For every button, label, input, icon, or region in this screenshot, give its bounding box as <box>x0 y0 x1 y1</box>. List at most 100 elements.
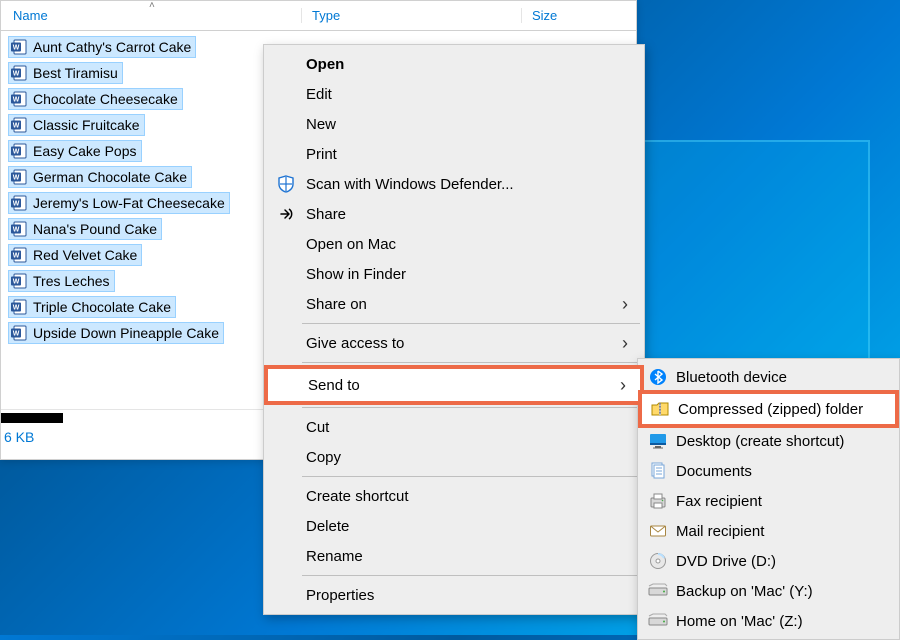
submenu-item-mail-recipient[interactable]: Mail recipient <box>640 516 897 546</box>
menu-item-label: Copy <box>306 449 341 466</box>
menu-separator <box>302 407 640 408</box>
menu-item-rename[interactable]: Rename <box>266 541 642 571</box>
word-document-icon: W <box>11 39 27 55</box>
submenu-item-bluetooth-device[interactable]: Bluetooth device <box>640 362 897 392</box>
submenu-arrow-icon: › <box>622 294 628 315</box>
svg-text:W: W <box>13 174 20 181</box>
menu-item-show-in-finder[interactable]: Show in Finder <box>266 259 642 289</box>
drive-icon <box>648 582 668 600</box>
file-name-label: Nana's Pound Cake <box>33 221 157 237</box>
submenu-item-label: Compressed (zipped) folder <box>678 401 863 418</box>
column-type-label: Type <box>312 8 340 23</box>
menu-item-label: Share on <box>306 296 367 313</box>
desktop-artwork <box>610 140 870 370</box>
menu-item-label: Print <box>306 146 337 163</box>
menu-item-create-shortcut[interactable]: Create shortcut <box>266 481 642 511</box>
desktop-icon <box>648 432 668 450</box>
submenu-item-home-on-mac-z[interactable]: Home on 'Mac' (Z:) <box>640 606 897 636</box>
documents-icon <box>648 462 668 480</box>
menu-item-copy[interactable]: Copy <box>266 442 642 472</box>
submenu-item-dvd-drive-d[interactable]: DVD Drive (D:) <box>640 546 897 576</box>
menu-item-label: New <box>306 116 336 133</box>
column-headers: Name ˄ Type Size <box>1 1 636 31</box>
svg-text:W: W <box>13 200 20 207</box>
menu-item-share[interactable]: Share <box>266 199 642 229</box>
column-name[interactable]: Name ˄ <box>1 8 301 23</box>
word-document-icon: W <box>11 325 27 341</box>
menu-item-label: Create shortcut <box>306 488 409 505</box>
submenu-arrow-icon: › <box>622 333 628 354</box>
submenu-item-desktop-create-shortcut[interactable]: Desktop (create shortcut) <box>640 426 897 456</box>
menu-item-label: Show in Finder <box>306 266 406 283</box>
svg-text:W: W <box>13 96 20 103</box>
menu-item-label: Share <box>306 206 346 223</box>
file-name-label: Chocolate Cheesecake <box>33 91 178 107</box>
submenu-item-backup-on-mac-y[interactable]: Backup on 'Mac' (Y:) <box>640 576 897 606</box>
file-name-label: Tres Leches <box>33 273 110 289</box>
column-size-label: Size <box>532 8 557 23</box>
file-name-label: Easy Cake Pops <box>33 143 137 159</box>
file-name-label: Upside Down Pineapple Cake <box>33 325 219 341</box>
submenu-item-label: Documents <box>676 463 752 480</box>
svg-text:W: W <box>13 226 20 233</box>
menu-item-label: Scan with Windows Defender... <box>306 176 514 193</box>
menu-item-open-on-mac[interactable]: Open on Mac <box>266 229 642 259</box>
menu-item-send-to[interactable]: Send to › <box>264 365 644 405</box>
submenu-item-compressed-zipped-folder[interactable]: Compressed (zipped) folder <box>638 390 899 428</box>
submenu-item-label: Backup on 'Mac' (Y:) <box>676 583 813 600</box>
menu-item-share-on[interactable]: Share on › <box>266 289 642 319</box>
submenu-item-fax-recipient[interactable]: Fax recipient <box>640 486 897 516</box>
file-name-label: Classic Fruitcake <box>33 117 140 133</box>
bluetooth-icon <box>648 368 668 386</box>
menu-item-label: Open <box>306 56 344 73</box>
svg-text:W: W <box>13 122 20 129</box>
menu-item-edit[interactable]: Edit <box>266 79 642 109</box>
menu-item-new[interactable]: New <box>266 109 642 139</box>
menu-item-delete[interactable]: Delete <box>266 511 642 541</box>
word-document-icon: W <box>11 143 27 159</box>
sort-indicator-icon: ˄ <box>149 0 155 11</box>
menu-item-label: Edit <box>306 86 332 103</box>
menu-separator <box>302 476 640 477</box>
status-bar-chunk <box>1 413 63 423</box>
svg-text:W: W <box>13 148 20 155</box>
svg-text:W: W <box>13 304 20 311</box>
column-size[interactable]: Size <box>521 8 636 23</box>
submenu-arrow-icon: › <box>620 375 626 396</box>
fax-icon <box>648 492 668 510</box>
svg-text:W: W <box>13 70 20 77</box>
word-document-icon: W <box>11 221 27 237</box>
file-name-label: Aunt Cathy's Carrot Cake <box>33 39 191 55</box>
menu-item-scan-with-windows-defender[interactable]: Scan with Windows Defender... <box>266 169 642 199</box>
file-name-label: Red Velvet Cake <box>33 247 137 263</box>
word-document-icon: W <box>11 169 27 185</box>
menu-item-open[interactable]: Open <box>266 49 642 79</box>
word-document-icon: W <box>11 273 27 289</box>
submenu-item-label: DVD Drive (D:) <box>676 553 776 570</box>
submenu-item-documents[interactable]: Documents <box>640 456 897 486</box>
menu-item-cut[interactable]: Cut <box>266 412 642 442</box>
menu-separator <box>302 362 640 363</box>
column-type[interactable]: Type <box>301 8 521 23</box>
zip-icon <box>650 400 670 418</box>
file-name-label: German Chocolate Cake <box>33 169 187 185</box>
menu-separator <box>302 323 640 324</box>
menu-item-print[interactable]: Print <box>266 139 642 169</box>
menu-item-label: Delete <box>306 518 349 535</box>
word-document-icon: W <box>11 91 27 107</box>
column-name-label: Name <box>13 8 48 23</box>
menu-separator <box>302 575 640 576</box>
svg-text:W: W <box>13 330 20 337</box>
menu-item-properties[interactable]: Properties <box>266 580 642 610</box>
file-name-label: Jeremy's Low-Fat Cheesecake <box>33 195 225 211</box>
menu-item-label: Properties <box>306 587 374 604</box>
file-name-label: Best Tiramisu <box>33 65 118 81</box>
svg-text:W: W <box>13 278 20 285</box>
menu-item-label: Send to <box>308 377 360 394</box>
dvd-icon <box>648 552 668 570</box>
submenu-item-label: Home on 'Mac' (Z:) <box>676 613 803 630</box>
submenu-item-label: Desktop (create shortcut) <box>676 433 844 450</box>
menu-item-label: Open on Mac <box>306 236 396 253</box>
menu-item-give-access-to[interactable]: Give access to› <box>266 328 642 358</box>
word-document-icon: W <box>11 299 27 315</box>
